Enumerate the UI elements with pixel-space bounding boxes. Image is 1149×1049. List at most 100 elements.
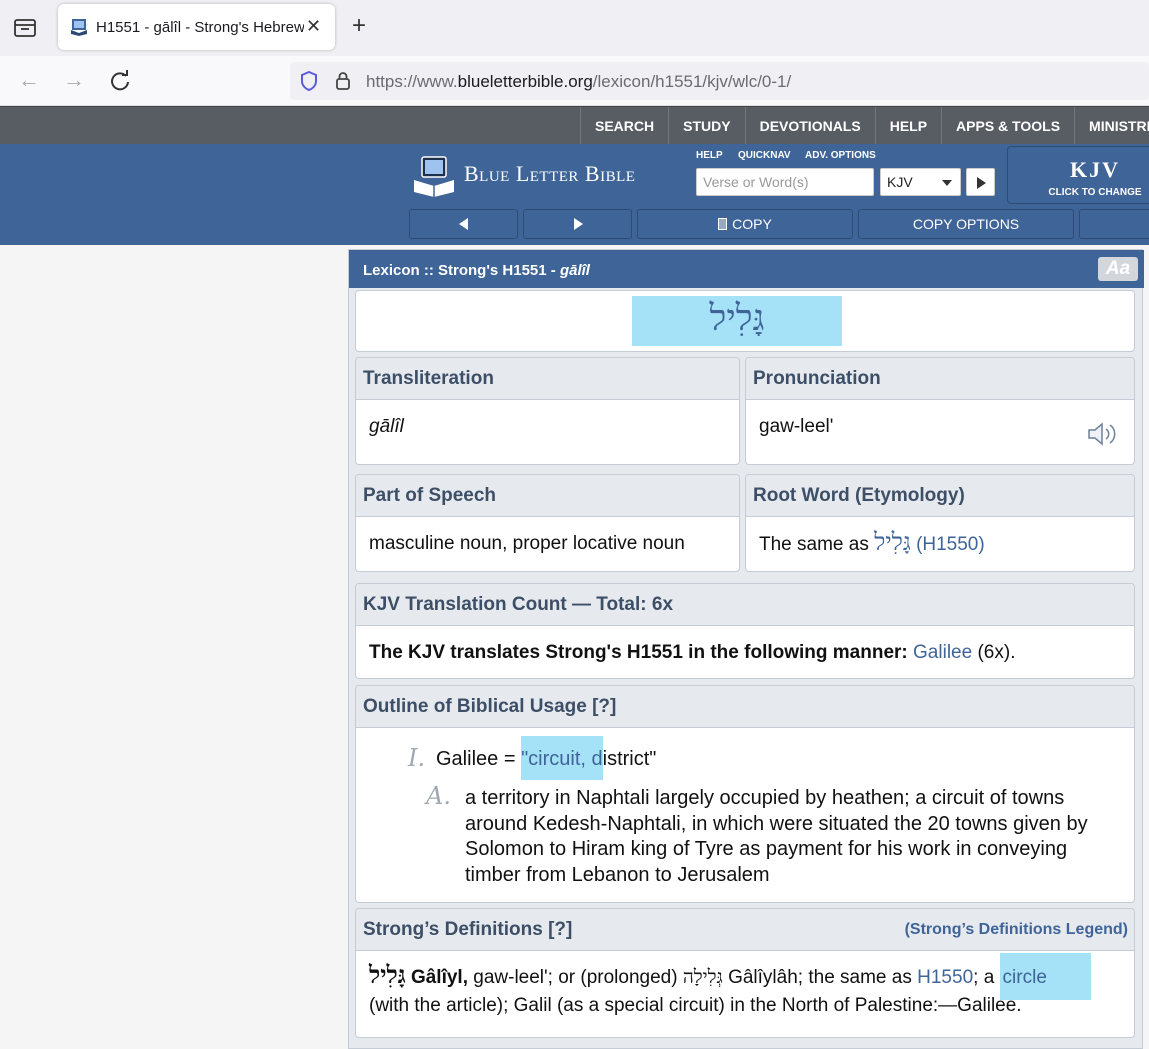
- shield-icon[interactable]: [300, 71, 318, 91]
- browser-nav-bar: ← → https://www.blueletterbible.org/lexi…: [0, 56, 1149, 106]
- search-go-button[interactable]: [966, 168, 995, 196]
- menu-devotionals[interactable]: DEVOTIONALS: [746, 107, 876, 145]
- version-select-value: KJV: [887, 174, 913, 190]
- search-input[interactable]: Verse or Word(s): [696, 168, 874, 196]
- browser-tab-bar: H1551 - gālîl - Strong's Hebrew Lexicon …: [0, 0, 1149, 56]
- lexicon-title: Lexicon :: Strong's H1551 - gālîl: [363, 262, 590, 279]
- transliteration-value: gālîl: [369, 416, 404, 437]
- adv-options-link[interactable]: ADV. OPTIONS: [805, 150, 876, 161]
- root-strongs-link[interactable]: (H1550): [916, 534, 985, 555]
- lexicon-header: Lexicon :: Strong's H1551 - gālîl Aa: [349, 250, 1144, 288]
- menu-ministries[interactable]: MINISTRIES: [1075, 107, 1149, 145]
- strongs-help-link[interactable]: [?]: [548, 919, 572, 940]
- outline-item-1-rest: istrict": [602, 748, 657, 770]
- outline-item-1-highlight: "circuit, d: [521, 736, 603, 780]
- reload-icon[interactable]: [109, 70, 131, 92]
- root-word-value: The same as גָּלִיל (H1550): [759, 528, 1126, 557]
- lexicon-panel: Lexicon :: Strong's H1551 - gālîl Aa גָּ…: [348, 249, 1144, 1049]
- outline-item-a: a territory in Naphtali largely occupied…: [465, 787, 1088, 886]
- version-select[interactable]: KJV: [880, 168, 961, 196]
- pronunciation-heading: Pronunciation: [746, 358, 1134, 400]
- outline-item-1-prefix: Galilee =: [436, 748, 522, 770]
- outline-card: Outline of Biblical Usage [?] I. Galilee…: [355, 685, 1135, 903]
- hebrew-word: גָּלִיל: [632, 296, 842, 346]
- help-link[interactable]: HELP: [696, 150, 723, 161]
- strongs-h1550-link[interactable]: H1550: [917, 967, 973, 988]
- speaker-icon[interactable]: [1086, 420, 1120, 448]
- chevron-down-icon: [942, 180, 952, 186]
- strongs-text-line-2: (with the article); Galil (as a special …: [369, 995, 1022, 1016]
- top-menu-bar: SEARCH STUDY DEVOTIONALS HELP APPS & TOO…: [0, 106, 1149, 145]
- part-of-speech-value: masculine noun, proper locative noun: [369, 533, 685, 554]
- translation-count-value: The KJV translates Strong's H1551 in the…: [369, 642, 1126, 664]
- galilee-link[interactable]: Galilee: [913, 642, 972, 663]
- copy-options-button[interactable]: COPY OPTIONS: [858, 209, 1074, 239]
- menu-apps-tools[interactable]: APPS & TOOLS: [942, 107, 1076, 145]
- url-bar[interactable]: https://www.blueletterbible.org/lexicon/…: [290, 62, 1149, 100]
- part-of-speech-card: Part of Speech masculine noun, proper lo…: [355, 474, 740, 572]
- translation-count-text: The KJV translates Strong's H1551 in the…: [369, 642, 908, 663]
- transliteration-heading: Transliteration: [356, 358, 739, 400]
- pronunciation-value: gaw-leel': [759, 416, 834, 437]
- site-header: Blue Letter Bible HELP QUICKNAV ADV. OPT…: [0, 144, 1149, 245]
- next-button[interactable]: [523, 209, 632, 239]
- more-tools-button[interactable]: [1079, 209, 1149, 239]
- root-word-heading: Root Word (Etymology): [746, 475, 1134, 517]
- version-change-button[interactable]: KJV CLICK TO CHANGE: [1007, 146, 1149, 204]
- strongs-hebrew: גָּלִיל: [369, 960, 406, 989]
- close-tab-icon[interactable]: ✕: [306, 16, 321, 37]
- menu-help[interactable]: HELP: [876, 107, 943, 145]
- copy-button-label: COPY: [732, 216, 772, 232]
- blb-favicon-icon: [71, 19, 87, 36]
- outline-num-a: A.: [426, 782, 451, 810]
- strongs-heading-text: Strong’s Definitions: [363, 919, 543, 940]
- outline-item-1: Galilee = "circuit, district": [436, 736, 657, 780]
- transliteration-card: Transliteration gālîl: [355, 357, 740, 465]
- translation-count-card: KJV Translation Count — Total: 6x The KJ…: [355, 583, 1135, 679]
- menu-search[interactable]: SEARCH: [581, 107, 670, 145]
- root-word-prefix: The same as: [759, 534, 875, 555]
- arrow-left-icon: [458, 218, 468, 230]
- prev-button[interactable]: [409, 209, 518, 239]
- root-hebrew-link[interactable]: גָּלִיל: [874, 528, 911, 556]
- back-arrow-icon[interactable]: ←: [18, 68, 40, 92]
- copy-icon: [718, 218, 728, 230]
- font-size-button[interactable]: Aa: [1098, 257, 1138, 281]
- menu-study[interactable]: STUDY: [669, 107, 746, 145]
- copy-button[interactable]: COPY: [637, 209, 853, 239]
- strongs-text-3: ; a: [973, 967, 1000, 988]
- strongs-word: Gâlîyl,: [410, 967, 468, 988]
- new-tab-icon[interactable]: +: [352, 14, 366, 38]
- strongs-definitions-card: Strong’s Definitions [?] (Strong’s Defin…: [355, 908, 1135, 1038]
- pronunciation-card: Pronunciation gaw-leel': [745, 357, 1135, 465]
- hebrew-word-card: גָּלִיל: [355, 290, 1135, 352]
- root-word-card: Root Word (Etymology) The same as גָּלִי…: [745, 474, 1135, 572]
- strongs-text-2: Gâlîylâh; the same as: [722, 967, 918, 988]
- strongs-circle-highlight: circle: [999, 953, 1091, 1000]
- browser-tab-active[interactable]: H1551 - gālîl - Strong's Hebrew Lexicon …: [58, 4, 335, 50]
- strongs-text-1: gaw-leel'; or (prolonged): [467, 967, 683, 988]
- translation-count-suffix: (6x).: [977, 642, 1016, 663]
- tab-list-icon[interactable]: [12, 16, 38, 40]
- strongs-legend-link[interactable]: (Strong’s Definitions Legend): [905, 921, 1128, 939]
- outline-body: I. Galilee = "circuit, district" A. a te…: [356, 728, 1134, 902]
- strongs-hebrew-alt: גְּלִילָה: [682, 966, 723, 988]
- quicknav-link[interactable]: QUICKNAV: [738, 150, 791, 161]
- outline-heading: Outline of Biblical Usage [?]: [356, 686, 1134, 728]
- url-text: https://www.blueletterbible.org/lexicon/…: [366, 72, 792, 91]
- kjv-sub-label: CLICK TO CHANGE: [1048, 187, 1142, 198]
- translation-count-heading: KJV Translation Count — Total: 6x: [356, 584, 1134, 626]
- arrow-right-icon: [573, 218, 583, 230]
- outline-heading-text: Outline of Biblical Usage: [363, 696, 587, 717]
- strongs-definition-text: גָּלִיל Gâlîyl, gaw-leel'; or (prolonged…: [369, 953, 1129, 1020]
- forward-arrow-icon[interactable]: →: [63, 68, 85, 92]
- lock-icon[interactable]: [335, 71, 351, 91]
- part-of-speech-heading: Part of Speech: [356, 475, 739, 517]
- site-logo-text[interactable]: Blue Letter Bible: [464, 161, 635, 187]
- outline-help-link[interactable]: [?]: [592, 696, 616, 717]
- tab-title: H1551 - gālîl - Strong's Hebrew Lexicon …: [96, 19, 304, 36]
- play-arrow-icon: [977, 177, 986, 189]
- outline-num-1: I.: [408, 744, 426, 772]
- blb-logo-icon[interactable]: [412, 154, 456, 198]
- kjv-label: KJV: [1070, 157, 1120, 182]
